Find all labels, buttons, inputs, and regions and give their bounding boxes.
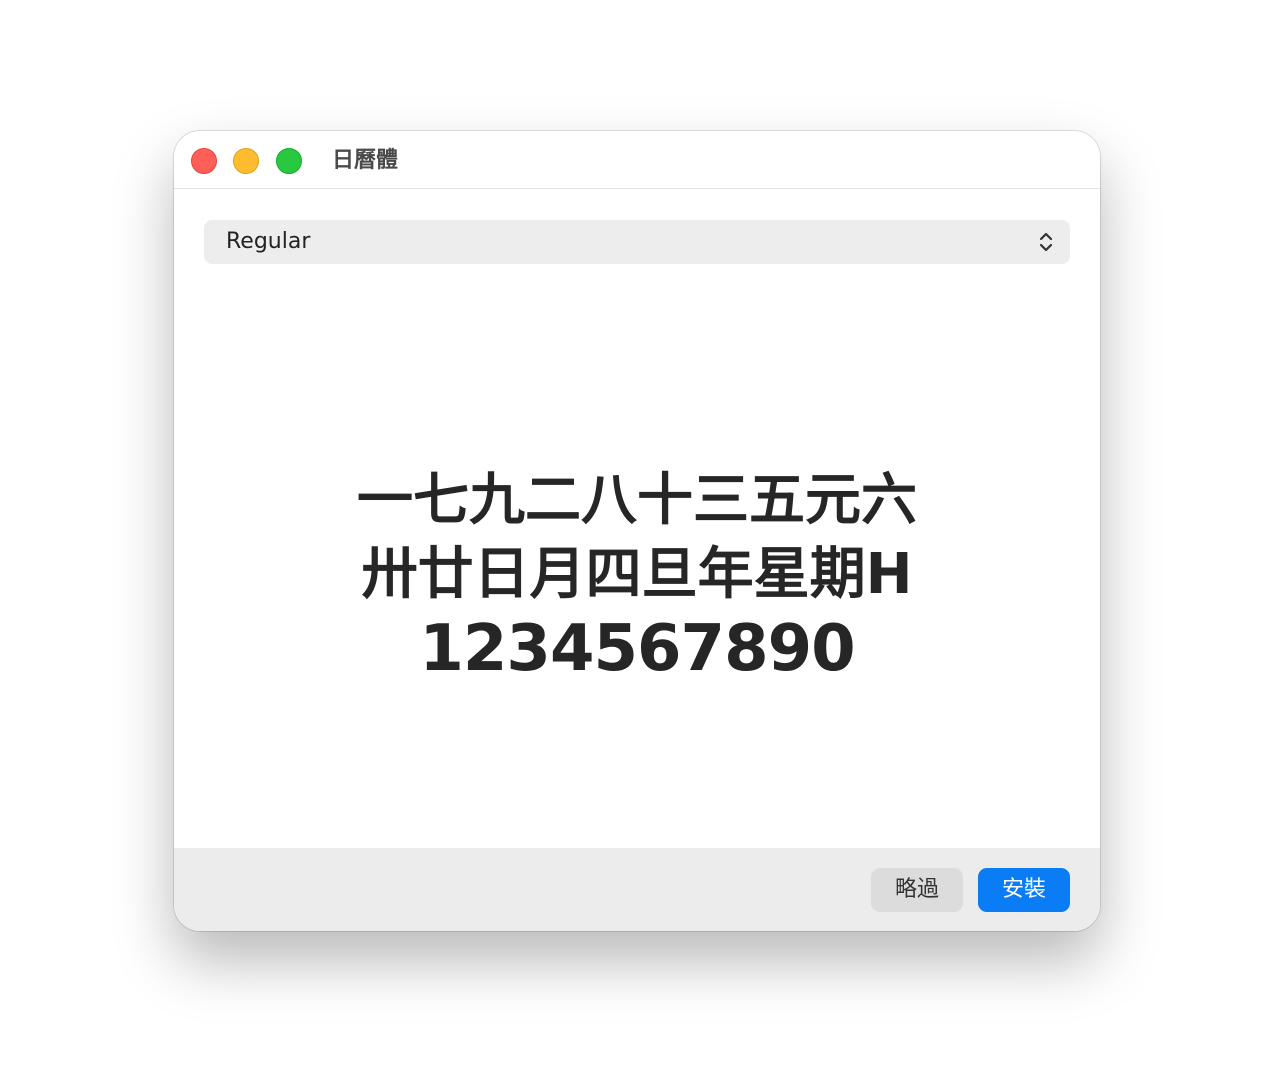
preview-line-chinese-numerals: 一七九二八十三五元六 (357, 468, 917, 533)
window-title: 日曆體 (332, 148, 399, 173)
preview-line-digits: 1234567890 (419, 612, 855, 686)
font-style-select[interactable]: Regular (204, 220, 1070, 264)
close-button[interactable] (191, 148, 217, 174)
font-install-window: 日曆體 Regular 一七九二八十三五元六 卅廿日月四旦年星期H 123456… (174, 131, 1100, 931)
install-button[interactable]: 安裝 (978, 868, 1070, 912)
screen: 日曆體 Regular 一七九二八十三五元六 卅廿日月四旦年星期H 123456… (0, 0, 1280, 1074)
skip-button[interactable]: 略過 (871, 868, 963, 912)
title-bar[interactable]: 日曆體 (174, 131, 1100, 189)
chevron-up-down-icon (1039, 232, 1053, 252)
font-preview: 一七九二八十三五元六 卅廿日月四旦年星期H 1234567890 (174, 464, 1100, 686)
maximize-button[interactable] (276, 148, 302, 174)
font-style-value: Regular (226, 229, 311, 254)
footer-bar: 略過 安裝 (174, 848, 1100, 931)
preview-line-calendar-words: 卅廿日月四旦年星期H (361, 542, 913, 607)
minimize-button[interactable] (233, 148, 259, 174)
